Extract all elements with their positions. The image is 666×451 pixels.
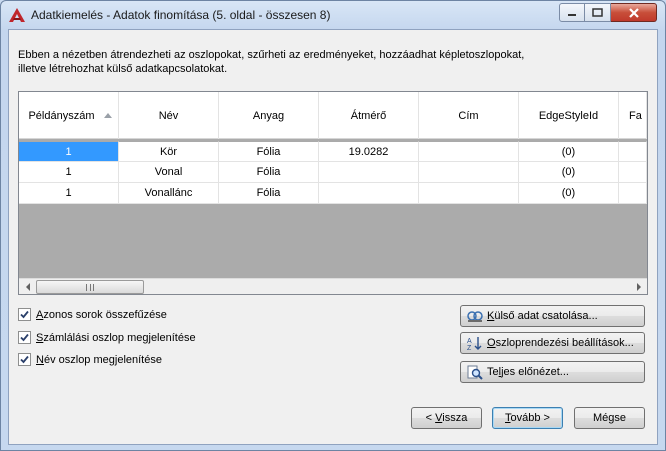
table-cell[interactable]: Fólia — [219, 141, 319, 161]
maximize-button[interactable] — [585, 3, 611, 22]
table-cell[interactable]: Fólia — [219, 162, 319, 182]
combine-rows-option[interactable]: Azonos sorok összefűzése — [18, 308, 167, 321]
column-header-label: Név — [158, 109, 179, 122]
table-cell[interactable]: Vonallánc — [119, 183, 219, 203]
dialog-window: Adatkiemelés - Adatok finomítása (5. old… — [0, 0, 666, 451]
column-header-label: Átmérő — [350, 109, 387, 122]
horizontal-scrollbar[interactable] — [19, 278, 647, 294]
column-header-nev[interactable]: Név — [119, 92, 219, 139]
name-column-checkbox[interactable] — [18, 353, 31, 366]
table-cell[interactable] — [619, 183, 647, 203]
cancel-button-label: Mégse — [592, 412, 627, 424]
window-title: Adatkiemelés - Adatok finomítása (5. old… — [31, 8, 331, 22]
table-cell[interactable] — [619, 141, 647, 161]
data-grid[interactable]: Példányszám Név Anyag Átmérő Cím EdgeSty… — [18, 91, 648, 295]
scroll-right-button[interactable] — [630, 279, 647, 294]
table-cell[interactable]: (0) — [519, 162, 619, 182]
column-header-anyag[interactable]: Anyag — [219, 92, 319, 139]
column-header-label: Példányszám — [28, 109, 95, 122]
column-header-atmero[interactable]: Átmérő — [319, 92, 419, 139]
column-header-cim[interactable]: Cím — [419, 92, 519, 139]
back-button-label: < Vissza — [425, 412, 468, 424]
grip-icon — [86, 283, 94, 291]
count-column-option[interactable]: Számlálási oszlop megjelenítése — [18, 331, 196, 344]
checkmark-icon — [20, 333, 29, 342]
column-header-peldanyszam[interactable]: Példányszám — [19, 92, 119, 139]
table-cell[interactable]: 1 — [19, 183, 119, 203]
column-sort-settings-button[interactable]: AZ Oszloprendezési beállítások... — [460, 332, 645, 354]
table-row[interactable]: 1 Vonal Fólia (0) — [19, 162, 647, 183]
minimize-icon — [568, 13, 576, 16]
table-cell[interactable] — [619, 162, 647, 182]
maximize-icon — [592, 8, 603, 17]
name-column-option[interactable]: Név oszlop megjelenítése — [18, 353, 162, 366]
table-cell[interactable]: 19.0282 — [319, 141, 419, 161]
name-column-label: Név oszlop megjelenítése — [36, 353, 162, 366]
back-button[interactable]: < Vissza — [411, 407, 482, 429]
scroll-left-icon — [25, 283, 30, 291]
table-cell[interactable] — [419, 162, 519, 182]
count-column-checkbox[interactable] — [18, 331, 31, 344]
sort-ascending-icon — [104, 113, 112, 118]
table-cell[interactable] — [319, 162, 419, 182]
minimize-button[interactable] — [559, 3, 585, 22]
sort-az-icon: AZ — [466, 335, 483, 351]
svg-text:Z: Z — [467, 345, 472, 351]
table-cell[interactable] — [419, 141, 519, 161]
scrollbar-thumb[interactable] — [36, 280, 144, 294]
full-preview-label: Teljes előnézet... — [487, 366, 569, 378]
grid-header: Példányszám Név Anyag Átmérő Cím EdgeSty… — [19, 92, 647, 139]
column-header-label: Cím — [458, 109, 479, 122]
combine-rows-checkbox[interactable] — [18, 308, 31, 321]
svg-text:A: A — [467, 338, 472, 345]
checkmark-icon — [20, 310, 29, 319]
count-column-label: Számlálási oszlop megjelenítése — [36, 331, 196, 344]
column-header-label: EdgeStyleId — [538, 109, 599, 122]
column-header-fa[interactable]: Fa — [619, 92, 647, 139]
description-line-1: Ebben a nézetben átrendezheti az oszlopo… — [18, 49, 525, 61]
table-row[interactable]: 1 Kör Fólia 19.0282 (0) — [19, 141, 647, 162]
table-cell[interactable] — [419, 183, 519, 203]
column-header-edgestyleid[interactable]: EdgeStyleId — [519, 92, 619, 139]
description-text: Ebben a nézetben átrendezheti az oszlopo… — [18, 48, 578, 76]
description-line-2: illetve létrehozhat külső adatkapcsolato… — [18, 63, 228, 75]
table-cell[interactable] — [319, 183, 419, 203]
column-sort-settings-label: Oszloprendezési beállítások... — [487, 337, 634, 349]
combine-rows-label: Azonos sorok összefűzése — [36, 308, 167, 321]
column-header-label: Anyag — [252, 109, 285, 122]
dialog-client-area: Ebben a nézetben átrendezheti az oszlopo… — [8, 29, 658, 445]
table-cell[interactable]: Vonal — [119, 162, 219, 182]
magnifier-icon — [466, 364, 483, 380]
link-data-icon — [466, 308, 483, 324]
table-cell[interactable]: (0) — [519, 183, 619, 203]
column-header-label: Fa — [629, 109, 642, 122]
next-button[interactable]: Tovább > — [492, 407, 563, 429]
autocad-a-icon — [9, 8, 25, 22]
title-bar[interactable]: Adatkiemelés - Adatok finomítása (5. old… — [1, 1, 665, 29]
table-cell[interactable]: Kör — [119, 141, 219, 161]
close-button[interactable] — [611, 3, 657, 22]
scroll-left-button[interactable] — [19, 279, 36, 294]
table-row[interactable]: 1 Vonallánc Fólia (0) — [19, 183, 647, 204]
table-cell[interactable]: 1 — [19, 162, 119, 182]
grid-body: 1 Kör Fólia 19.0282 (0) 1 Vonal Fólia (0… — [19, 141, 647, 204]
full-preview-button[interactable]: Teljes előnézet... — [460, 361, 645, 383]
scroll-right-icon — [636, 283, 641, 291]
table-cell[interactable]: Fólia — [219, 183, 319, 203]
link-external-data-button[interactable]: Külső adat csatolása... — [460, 305, 645, 327]
table-cell[interactable]: (0) — [519, 141, 619, 161]
close-icon — [628, 7, 639, 18]
checkmark-icon — [20, 355, 29, 364]
cancel-button[interactable]: Mégse — [574, 407, 645, 429]
next-button-label: Tovább > — [505, 412, 550, 424]
table-cell[interactable]: 1 — [19, 141, 119, 161]
link-external-data-label: Külső adat csatolása... — [487, 310, 598, 322]
